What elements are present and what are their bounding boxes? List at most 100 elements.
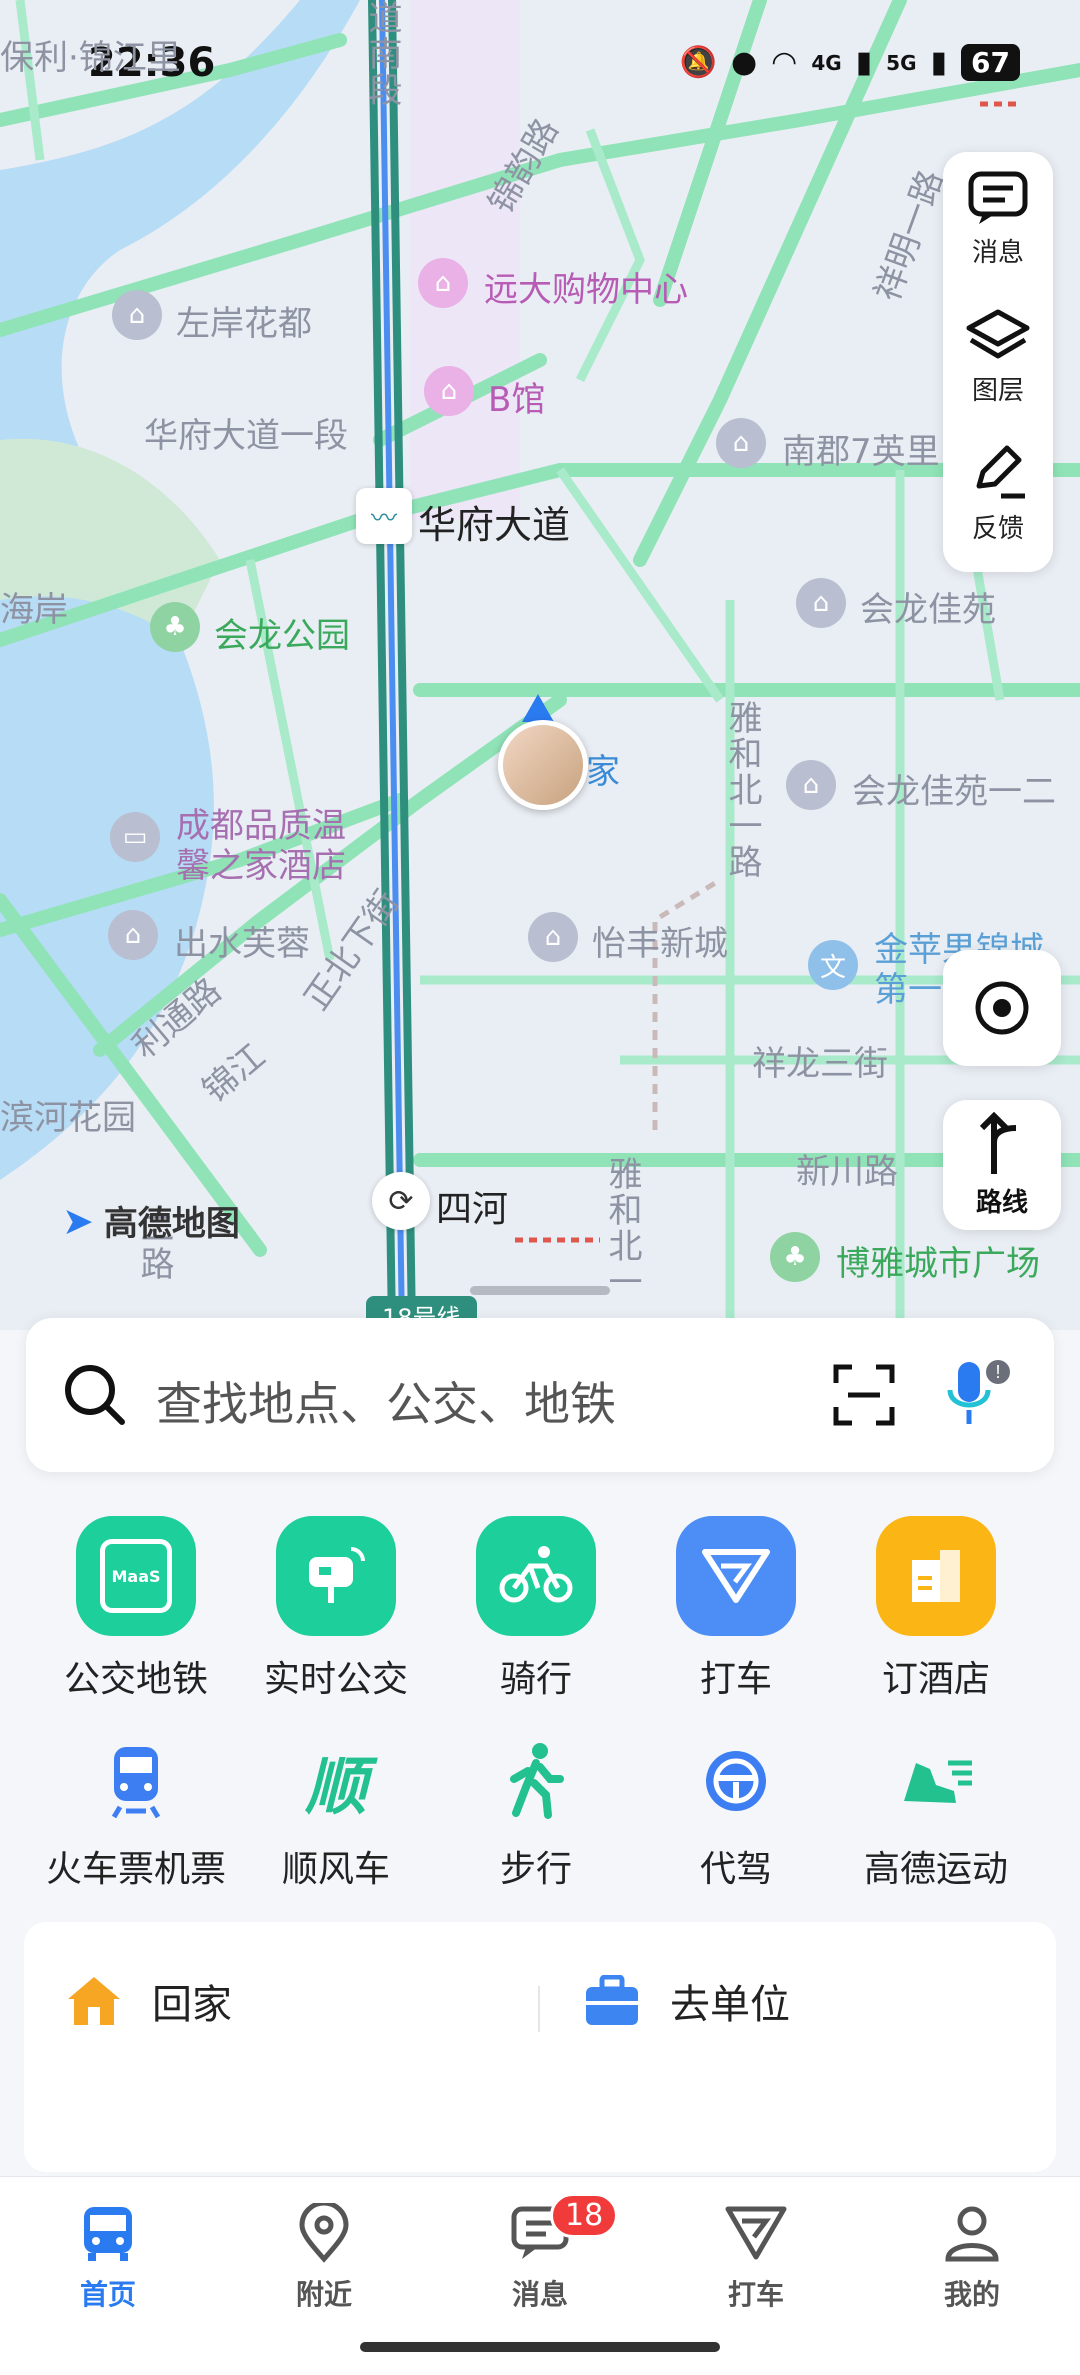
service-label: 高德运动 — [863, 1849, 1008, 1890]
system-home-indicator[interactable] — [360, 2342, 720, 2352]
park-icon[interactable]: ♣ — [770, 1232, 820, 1282]
train-icon — [91, 1736, 181, 1826]
map-label-road: 祥龙三街 — [752, 1044, 888, 1084]
locate-me-button[interactable] — [943, 950, 1061, 1066]
shopping-bag-icon[interactable]: ⌂ — [418, 258, 468, 308]
park-icon[interactable]: ♣ — [150, 602, 200, 652]
sport-shoe-icon — [891, 1736, 981, 1826]
drag-handle[interactable] — [470, 1286, 610, 1295]
house-icon — [68, 1977, 120, 2025]
tab-label: 打车 — [727, 2278, 784, 2311]
shopping-bag-icon[interactable]: ⌂ — [424, 366, 474, 416]
residence-icon[interactable]: ⌂ — [112, 290, 162, 340]
service-label: 骑行 — [499, 1659, 572, 1700]
residence-icon[interactable]: ⌂ — [796, 578, 846, 628]
tab-taxi[interactable]: 打车 — [686, 2203, 826, 2313]
voice-mic-icon[interactable]: ! — [942, 1358, 1012, 1432]
map-poi-label[interactable]: 会龙佳苑 — [860, 582, 996, 631]
feedback-button[interactable]: 反馈 — [943, 442, 1053, 545]
locate-target-icon — [975, 981, 1029, 1035]
map-poi-label[interactable]: 博雅城市广场 — [836, 1236, 1040, 1285]
service-hotel[interactable]: 订酒店 — [836, 1516, 1036, 1702]
messages-button[interactable]: 消息 — [943, 170, 1053, 269]
residence-icon[interactable]: ⌂ — [716, 418, 766, 468]
residence-icon[interactable]: ⌂ — [108, 910, 158, 960]
route-arrow-icon — [979, 1111, 1017, 1174]
signal-icon: ▮ — [855, 45, 873, 80]
map-tools-panel: 消息 图层 反馈 — [943, 152, 1053, 572]
map-poi-label[interactable]: 出水芙蓉 — [174, 916, 310, 965]
route-button[interactable]: 路线 — [943, 1100, 1061, 1230]
metro-transfer-icon[interactable]: ⟳ — [372, 1172, 430, 1230]
map-label-road: 新川路 — [796, 1152, 898, 1192]
battery-indicator: 67 — [961, 44, 1020, 81]
tab-label: 我的 — [943, 2278, 1000, 2311]
map-poi-label[interactable]: 会龙公园 — [214, 608, 350, 657]
tab-label: 附近 — [295, 2278, 352, 2311]
service-designated-driver[interactable]: 代驾 — [636, 1736, 836, 1892]
go-work-shortcut[interactable]: 去单位 — [584, 1972, 790, 2030]
bike-icon — [476, 1516, 596, 1636]
service-bike[interactable]: 骑行 — [436, 1516, 636, 1702]
taxi-tab-icon — [725, 2206, 787, 2260]
go-work-label: 去单位 — [670, 1982, 790, 2028]
walk-icon — [491, 1736, 581, 1826]
map-view[interactable]: 22:36 🔕 ● ◠ 4G ▮ 5G ▮ 67 保利·锦江里 道南段 锦韵路 … — [0, 0, 1080, 1330]
search-bar[interactable]: 查找地点、公交、地铁 ! — [26, 1318, 1054, 1472]
metro-station-icon[interactable]: 〰 — [356, 488, 412, 544]
service-label: 火车票机票 — [45, 1849, 226, 1890]
message-icon — [968, 171, 1028, 224]
service-realtime-bus[interactable]: 实时公交 — [236, 1516, 436, 1702]
home-marker-label[interactable]: 家 — [586, 744, 620, 793]
culture-poi-icon[interactable]: 文 — [808, 940, 858, 990]
tab-label: 消息 — [511, 2278, 568, 2311]
tab-nearby[interactable]: 附近 — [254, 2200, 394, 2313]
hotel-poi-icon[interactable]: ▭ — [110, 812, 160, 862]
tab-label: 首页 — [79, 2278, 136, 2311]
service-label: 订酒店 — [881, 1659, 990, 1700]
tab-messages[interactable]: 18 消息 — [470, 2193, 619, 2313]
layers-button[interactable]: 图层 — [943, 308, 1053, 407]
map-poi-label[interactable]: 左岸花都 — [176, 296, 312, 345]
service-sport[interactable]: 高德运动 — [836, 1736, 1036, 1892]
service-train-flight[interactable]: 火车票机票 — [36, 1736, 236, 1892]
status-icons: 🔕 ● ◠ 4G ▮ 5G ▮ 67 — [680, 44, 1020, 81]
service-taxi[interactable]: 打车 — [636, 1516, 836, 1702]
realtime-bus-icon — [276, 1516, 396, 1636]
go-home-shortcut[interactable]: 回家 — [66, 1972, 232, 2030]
metro-station-label[interactable]: 华府大道 — [418, 494, 570, 549]
map-poi-label[interactable]: 南郡7英里 — [782, 424, 940, 473]
map-poi-label[interactable]: 远大购物中心 — [484, 262, 688, 311]
carpool-icon: 顺 — [304, 1750, 367, 1823]
map-label: 保利·锦江里 — [0, 38, 181, 78]
metro-station-label[interactable]: 四河 — [436, 1180, 508, 1232]
search-input[interactable]: 查找地点、公交、地铁 — [156, 1368, 616, 1434]
map-label-road: 雅和北一 — [602, 1156, 642, 1300]
messages-label: 消息 — [971, 238, 1024, 268]
map-poi-label[interactable]: 怡丰新城 — [592, 916, 728, 965]
tab-home[interactable]: 首页 — [38, 2203, 178, 2313]
user-avatar-marker[interactable] — [498, 720, 588, 810]
network-5g: 5G — [886, 50, 917, 75]
residence-icon[interactable]: ⌂ — [528, 912, 578, 962]
network-4g: 4G — [811, 50, 842, 75]
map-poi-label[interactable]: 第一 — [874, 962, 942, 1011]
shortcuts-card: 回家 去单位 — [24, 1922, 1056, 2172]
service-walk[interactable]: 步行 — [436, 1736, 636, 1892]
profile-icon — [945, 2206, 999, 2262]
scan-icon[interactable] — [832, 1363, 896, 1427]
unread-badge: 18 — [550, 2193, 619, 2238]
service-bus-metro[interactable]: MaaS 公交地铁 — [36, 1516, 236, 1702]
map-poi-label[interactable]: B馆 — [488, 372, 545, 421]
residence-icon[interactable]: ⌂ — [786, 760, 836, 810]
map-poi-label[interactable]: 会龙佳苑一二 — [852, 764, 1056, 813]
search-icon — [65, 1365, 125, 1425]
map-label: 滨河花园 — [0, 1098, 136, 1138]
tab-profile[interactable]: 我的 — [902, 2203, 1042, 2313]
map-poi-label[interactable]: 馨之家酒店 — [176, 838, 346, 887]
briefcase-icon — [586, 1975, 638, 2025]
service-label: 打车 — [699, 1659, 772, 1700]
amap-logo-icon: ➤ — [62, 1198, 94, 1243]
location-pin-icon — [299, 2200, 349, 2263]
service-carpool[interactable]: 顺 顺风车 — [236, 1736, 436, 1892]
